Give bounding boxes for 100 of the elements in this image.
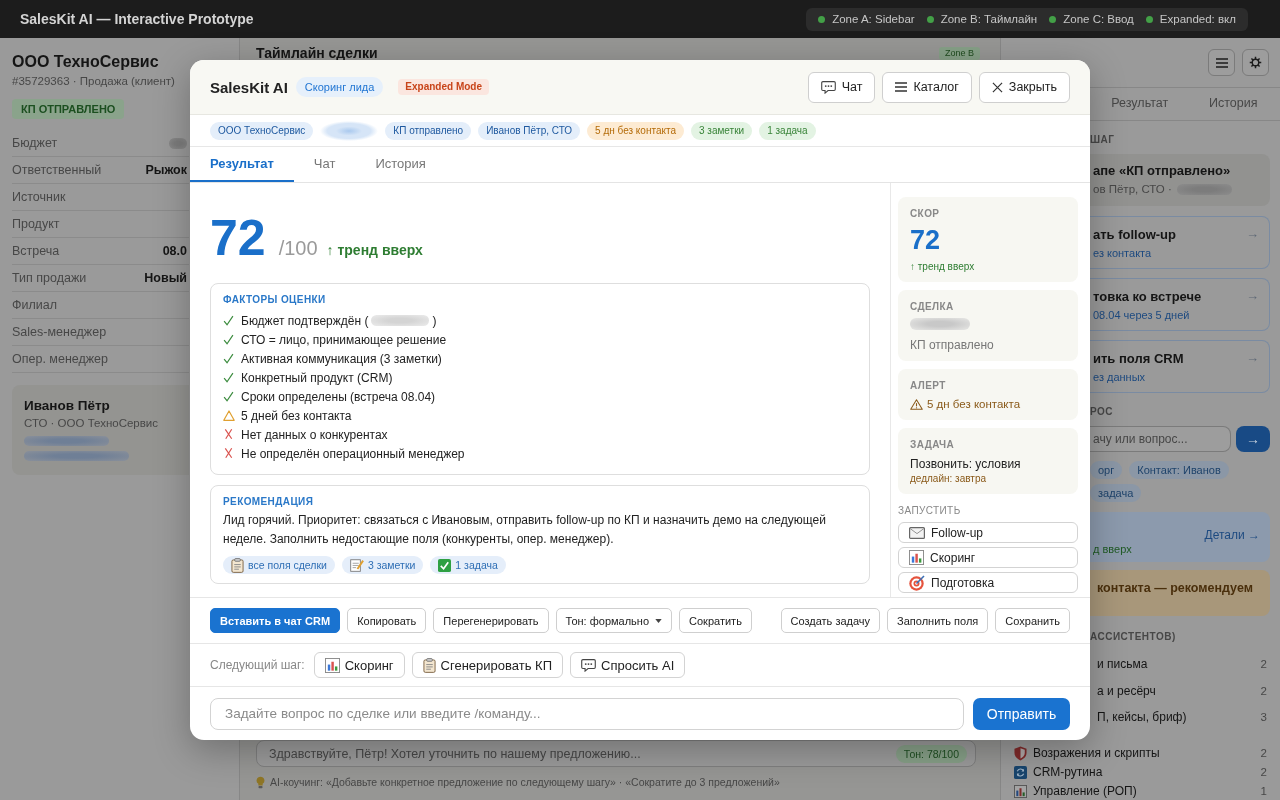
zone-label: Expanded: вкл (1159, 13, 1236, 25)
action-button[interactable]: Сократить (679, 608, 752, 633)
field-label: Филиал (12, 298, 57, 312)
alert-text: контакта — рекомендуем (1097, 581, 1253, 595)
section-label: ЗАПУСТИТЬ (898, 504, 962, 518)
action-button[interactable]: Перегенерировать (433, 608, 549, 633)
zone-badge: Zone B (938, 46, 980, 60)
suggestion-title: ить поля CRM (1093, 350, 1184, 367)
category-count: 2 (1260, 658, 1267, 671)
chat-icon (581, 658, 596, 672)
memo-icon (349, 558, 364, 572)
assistant-category[interactable]: CRM-рутина (1033, 765, 1255, 779)
field-value: Новый (144, 271, 187, 285)
field-value: 08.0 (162, 244, 187, 258)
field-label: Тип продажи (12, 271, 87, 285)
next-step-button[interactable]: Скоринг (313, 652, 405, 678)
panel-tab[interactable]: История (1186, 88, 1280, 120)
clipboard-icon (422, 657, 436, 673)
context-chip[interactable]: задача (1090, 484, 1142, 502)
source-chip[interactable]: 3 заметки (341, 556, 424, 574)
close-button[interactable]: Закрыть (978, 71, 1070, 103)
company-name: ООО ТехноСервис (12, 52, 160, 72)
field-label: Продукт (12, 217, 60, 231)
launch-button[interactable]: Follow-up (898, 522, 1078, 543)
details-link[interactable]: Детали → (1204, 526, 1260, 542)
dialog-tab[interactable]: Чат (293, 147, 356, 182)
suggestion-title: ать follow-up (1093, 226, 1176, 243)
assistant-category[interactable]: а и ресёрч (1097, 683, 1156, 698)
caret-icon (655, 618, 663, 623)
source-chip[interactable]: все поля сделки (223, 556, 335, 574)
bar-chart-icon (909, 550, 924, 565)
field-label: Ответственный (12, 163, 102, 177)
question-input[interactable]: ачу или вопрос... (1090, 426, 1231, 452)
arrow-icon: → (1246, 288, 1259, 303)
mode-badge: Expanded Mode (398, 79, 489, 95)
warning-icon (910, 399, 923, 410)
source-chip[interactable]: 1 задача (430, 556, 506, 574)
assistant-category[interactable]: П, кейсы, бриф) (1097, 710, 1187, 725)
check-icon (223, 390, 234, 402)
chat-button[interactable]: Чат (807, 71, 876, 103)
menu-button[interactable] (1208, 49, 1235, 76)
task-deadline: дедлайн: завтра (910, 472, 987, 486)
tone-dropdown[interactable]: Тон: формально (555, 608, 673, 633)
refresh-icon (1014, 765, 1027, 779)
zone-label: Zone C: Ввод (1063, 13, 1134, 25)
action-button[interactable]: Копировать (347, 608, 427, 633)
suggestion-note: ез данных (1093, 370, 1147, 384)
assistant-category[interactable]: и письма (1097, 657, 1148, 672)
check-icon (223, 371, 234, 383)
trend-text: д вверх (1093, 542, 1132, 556)
section-label: РОС (1090, 405, 1115, 419)
arrow-icon: → (1246, 350, 1259, 365)
factor-text: Бюджет подтверждён ( ) (241, 313, 437, 328)
menu-icon (895, 82, 908, 92)
next-step-button[interactable]: Сгенерировать КП (411, 652, 563, 678)
send-button[interactable]: Отправить (973, 697, 1070, 730)
action-button[interactable]: Заполнить поля (887, 608, 989, 633)
lightbulb-icon (256, 775, 265, 789)
arrow-icon: → (1246, 226, 1259, 241)
clipboard-icon (231, 557, 244, 573)
envelope-icon (909, 526, 925, 539)
deal-stage: КП отправлено (910, 337, 995, 353)
context-chip[interactable]: орг (1090, 461, 1123, 479)
settings-icon (1249, 56, 1262, 69)
settings-button[interactable] (1242, 49, 1269, 76)
category-count: 2 (1260, 684, 1267, 697)
category-count: 3 (1260, 711, 1267, 724)
zone-label: Zone A: Sidebar (832, 13, 915, 25)
card-heading: ФАКТОРЫ ОЦЕНКИ (223, 293, 327, 307)
next-step-label: Следующий шаг: (210, 658, 305, 672)
assistant-category[interactable]: Возражения и скрипты (1033, 746, 1255, 760)
dialog-tab[interactable]: История (355, 147, 446, 182)
close-icon (991, 81, 1003, 93)
insert-button[interactable]: Вставить в чат CRM (210, 608, 341, 633)
alert-text: 5 дн без контакта (927, 397, 1021, 412)
action-button[interactable]: Сохранить (995, 608, 1070, 633)
action-button[interactable]: Создать задачу (780, 608, 881, 633)
factor-text: Не определён операционный менеджер (241, 446, 465, 461)
section-label: ШАГ (1090, 133, 1116, 147)
warning-icon (223, 409, 235, 421)
coaching-tip: AI-коучинг: «Добавьте конкретное предложение по следующему шагу» · «Сократите до 3 предложений» (270, 776, 780, 788)
launch-button[interactable]: Скоринг (898, 547, 1078, 568)
score-value: 72 (210, 213, 266, 263)
assistant-category[interactable]: Управление (РОП) (1033, 784, 1255, 798)
next-step-button[interactable]: Спросить AI (570, 652, 686, 678)
step-title: апе «КП отправлено» (1093, 162, 1232, 179)
panel-tab[interactable]: Результат (1093, 88, 1187, 120)
launch-button[interactable]: Подготовка (898, 572, 1078, 593)
cross-icon (223, 427, 234, 440)
check-icon (223, 314, 234, 326)
bar-chart-icon (324, 657, 340, 673)
field-label: Опер. менеджер (12, 352, 109, 366)
context-chip: ООО ТехноСервис (210, 121, 314, 140)
send-button[interactable]: → (1236, 426, 1270, 452)
context-chip[interactable]: Контакт: Иванов (1129, 461, 1229, 479)
dialog-tab[interactable]: Результат (190, 147, 294, 182)
suggestion-title: товка ко встрече (1093, 288, 1202, 305)
catalog-button[interactable]: Каталог (882, 71, 972, 103)
message-input[interactable]: Задайте вопрос по сделке или введите /команду... (210, 697, 964, 730)
stage-badge: КП ОТПРАВЛЕНО (12, 99, 125, 119)
